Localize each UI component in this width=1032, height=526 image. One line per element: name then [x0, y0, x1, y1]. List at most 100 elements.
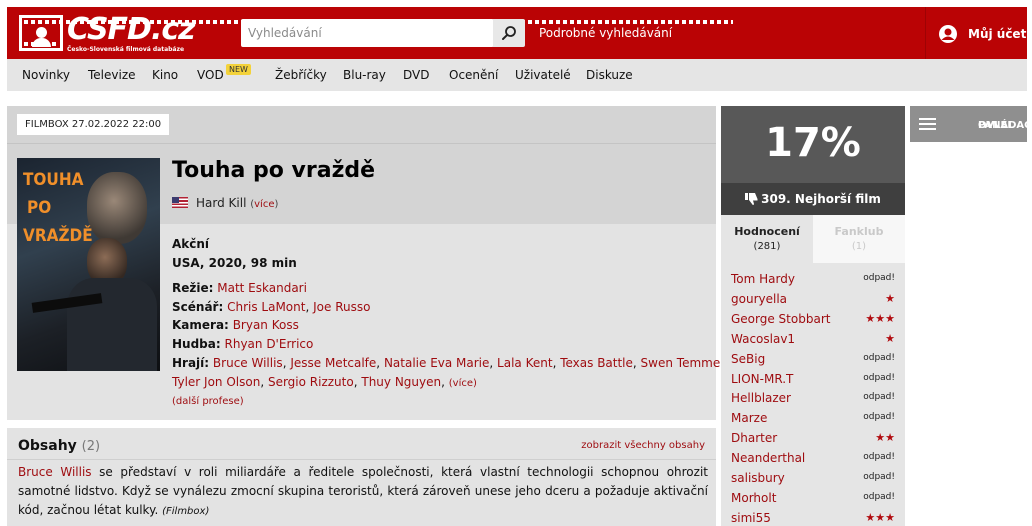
nav-oceneni[interactable]: Ocenění: [449, 68, 498, 82]
page: CSFD.cz Česko-Slovenská filmová databáze…: [0, 0, 1032, 526]
rating-user-link[interactable]: Neanderthal: [731, 451, 805, 465]
nav-vod[interactable]: VOD: [197, 68, 224, 82]
poster-text-1: TOUHA: [23, 170, 84, 190]
control-panel-button[interactable]: OVLÁDACÍ PANEL: [910, 106, 1032, 142]
rating-stars-icon: ★★★: [865, 311, 895, 325]
rating-value: odpad!: [863, 273, 895, 283]
music-link[interactable]: Rhyan D'Errico: [225, 337, 314, 351]
rating-user-link[interactable]: George Stobbart: [731, 312, 830, 326]
plot-source: (Filmbox): [162, 506, 210, 517]
rating-value: odpad!: [863, 392, 895, 403]
account-label: Můj účet: [968, 27, 1027, 41]
crew-cast: Hrají: Bruce Willis, Jesse Metcalfe, Nat…: [172, 356, 727, 370]
crew-writing: Scénář: Chris LaMont, Joe Russo: [172, 300, 371, 314]
crew-camera: Kamera: Bryan Koss: [172, 318, 299, 332]
director-link[interactable]: Matt Eskandari: [217, 281, 307, 295]
rating-user-link[interactable]: Morholt: [731, 491, 776, 505]
search-input[interactable]: [241, 19, 493, 47]
account-button[interactable]: Můj účet: [925, 7, 1027, 59]
usa-flag-icon: [172, 197, 188, 208]
rating-user-link[interactable]: LION-MR.T: [731, 372, 793, 386]
nav-bluray[interactable]: Blu-ray: [343, 68, 386, 82]
rating-row: Hellblazer odpad!: [731, 388, 895, 408]
rating-row: Dharter ★★: [731, 428, 895, 448]
user-ratings-list: Tom Hardy odpad! gouryella ★ George Stobbart…: [721, 263, 905, 526]
plots-heading: Obsahy (2): [18, 438, 101, 454]
show-all-plots-link[interactable]: zobrazit všechny obsahy: [581, 440, 705, 451]
top-header: CSFD.cz Česko-Slovenská filmová databáze…: [7, 7, 1027, 59]
actor-link[interactable]: Lala Kent: [497, 356, 553, 370]
tab-ratings[interactable]: Hodnocení (281): [721, 215, 813, 263]
tv-schedule-chip[interactable]: FILMBOX 27.02.2022 22:00: [17, 114, 170, 135]
rating-stars-icon: ★★: [875, 431, 895, 445]
user-icon: [939, 25, 957, 43]
rating-row: Tom Hardy odpad!: [731, 269, 895, 289]
more-professions-link[interactable]: (další profese): [172, 396, 244, 407]
film-origin: USA, 2020, 98 min: [172, 256, 297, 270]
actor-link[interactable]: Sergio Rizzuto: [268, 375, 354, 389]
rating-user-link[interactable]: SeBig: [731, 352, 765, 366]
rating-user-link[interactable]: gouryella: [731, 292, 787, 306]
nav-zebricky[interactable]: Žebříčky: [275, 68, 327, 82]
rating-user-link[interactable]: salisbury: [731, 471, 785, 485]
writer-link[interactable]: Chris LaMont: [227, 300, 305, 314]
rating-user-link[interactable]: Hellblazer: [731, 391, 791, 405]
main-nav: Novinky Televize Kino VOD NEW Žebříčky B…: [7, 59, 1027, 91]
search-box: [241, 19, 525, 47]
search-icon: [502, 26, 516, 40]
actor-link[interactable]: Bruce Willis: [213, 356, 283, 370]
film-title: Touha po vraždě: [172, 158, 376, 183]
plots-section: Obsahy (2) zobrazit všechny obsahy Bruce…: [7, 428, 716, 526]
rating-stars-icon: ★★★: [865, 510, 895, 524]
film-poster[interactable]: TOUHA PO VRAŽDĚ: [17, 158, 160, 371]
nav-kino[interactable]: Kino: [152, 68, 178, 82]
actor-link[interactable]: Swen Temmel: [641, 356, 724, 370]
rating-tabs: Hodnocení (281) Fanklub (1): [721, 215, 905, 263]
actor-link[interactable]: Jesse Metcalfe: [290, 356, 376, 370]
rating-value: odpad!: [863, 412, 895, 423]
actor-link[interactable]: Natalie Eva Marie: [384, 356, 489, 370]
search-button[interactable]: [493, 19, 525, 47]
rating-row: salisbury odpad!: [731, 468, 895, 488]
logo-subtitle: Česko-Slovenská filmová databáze: [67, 46, 185, 53]
nav-televize[interactable]: Televize: [88, 68, 136, 82]
csfd-logo[interactable]: CSFD.cz Česko-Slovenská filmová databáze: [19, 12, 733, 55]
advanced-search-link[interactable]: Podrobné vyhledávání: [539, 26, 672, 40]
chart-rank-link[interactable]: 309. Nejhorší film: [721, 183, 905, 215]
writer-link[interactable]: Joe Russo: [313, 300, 370, 314]
plots-count: (2): [81, 439, 101, 454]
original-title: Hard Kill: [196, 196, 247, 210]
rating-user-link[interactable]: Marze: [731, 411, 767, 425]
nav-dvd[interactable]: DVD: [403, 68, 429, 82]
nav-uzivatele[interactable]: Uživatelé: [515, 68, 571, 82]
original-title-row: Hard Kill (více): [172, 196, 278, 210]
rating-row: Marze odpad!: [731, 408, 895, 428]
rating-stars-icon: ★: [885, 331, 895, 345]
rating-value: odpad!: [863, 472, 895, 482]
rating-user-link[interactable]: simi55: [731, 511, 771, 525]
plot-actor-link[interactable]: Bruce Willis: [18, 465, 92, 479]
rating-row: Morholt odpad!: [731, 488, 895, 508]
rating-user-link[interactable]: Tom Hardy: [731, 272, 795, 286]
logo-text: CSFD.cz: [67, 12, 196, 47]
rating-row: simi55 ★★★: [731, 508, 895, 526]
rating-row: George Stobbart ★★★: [731, 309, 895, 329]
cast-more-link[interactable]: (více): [449, 378, 477, 389]
rating-value: odpad!: [863, 491, 895, 502]
nav-diskuze[interactable]: Diskuze: [586, 68, 633, 82]
camera-link[interactable]: Bryan Koss: [233, 318, 299, 332]
tab-fanclub[interactable]: Fanklub (1): [813, 215, 905, 263]
rating-row: Neanderthal odpad!: [731, 448, 895, 468]
actor-link[interactable]: Tyler Jon Olson: [172, 375, 260, 389]
rating-user-link[interactable]: Dharter: [731, 431, 777, 445]
nav-novinky[interactable]: Novinky: [22, 68, 70, 82]
actor-link[interactable]: Thuy Nguyen: [361, 375, 441, 389]
rating-value: odpad!: [863, 372, 895, 383]
plot-text: Bruce Willis se představí v roli miliard…: [18, 465, 708, 517]
rating-user-link[interactable]: Wacoslav1: [731, 332, 795, 346]
poster-text-3: VRAŽDĚ: [23, 226, 93, 246]
original-title-more-link[interactable]: více: [254, 199, 274, 210]
rating-row: gouryella ★: [731, 289, 895, 309]
actor-link[interactable]: Texas Battle: [560, 356, 633, 370]
rating-box: 17%: [721, 106, 905, 183]
